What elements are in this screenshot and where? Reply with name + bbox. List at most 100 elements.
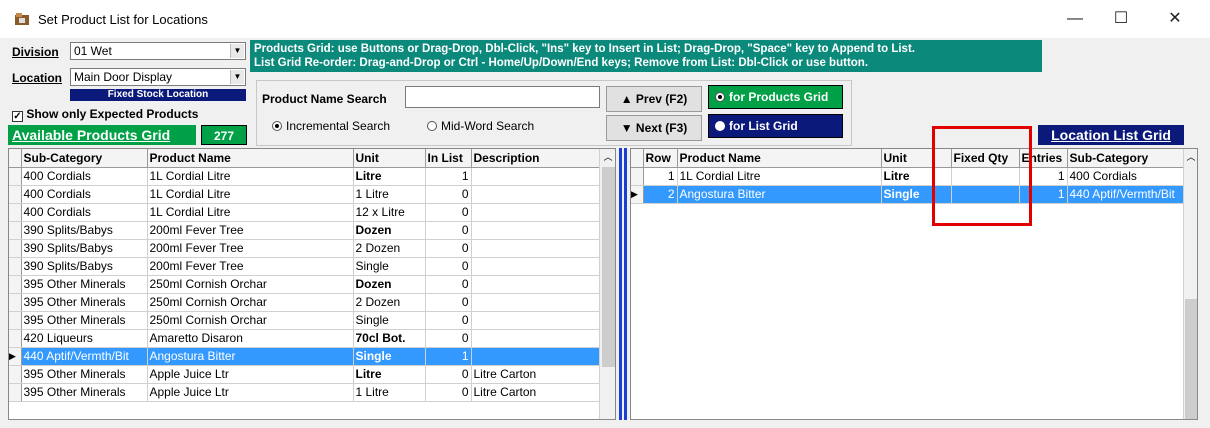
cell-sub-category[interactable]: 440 Aptif/Vermth/Bit xyxy=(1067,185,1184,204)
table-row[interactable]: ▶ 440 Aptif/Vermth/Bit Angostura Bitter Sin… xyxy=(9,347,600,366)
cell-unit[interactable]: 1 Litre xyxy=(353,383,426,402)
grid-splitter[interactable] xyxy=(619,148,622,420)
maximize-button[interactable]: ☐ xyxy=(1098,4,1144,34)
table-row[interactable]: 395 Other Minerals Apple Juice Ltr Litre 0 L… xyxy=(9,365,600,384)
cell-sub-category[interactable]: 400 Cordials xyxy=(21,167,148,186)
cell-product-name[interactable]: 1L Cordial Litre xyxy=(677,167,882,186)
table-row[interactable]: 400 Cordials 1L Cordial Litre 12 x Litre 0 xyxy=(9,203,600,222)
cell-description[interactable] xyxy=(471,311,600,330)
row-indicator[interactable] xyxy=(9,275,22,294)
cell-description[interactable]: Litre Carton xyxy=(471,365,600,384)
col-sub-category[interactable]: Sub-Category xyxy=(21,149,148,168)
cell-in-list[interactable]: 0 xyxy=(425,239,472,258)
col-in-list[interactable]: In List xyxy=(425,149,472,168)
cell-sub-category[interactable]: 400 Cordials xyxy=(21,185,148,204)
cell-description[interactable] xyxy=(471,347,600,366)
cell-in-list[interactable]: 0 xyxy=(425,329,472,348)
cell-product-name[interactable]: 1L Cordial Litre xyxy=(147,167,354,186)
cell-product-name[interactable]: 250ml Cornish Orchar xyxy=(147,311,354,330)
cell-description[interactable] xyxy=(471,293,600,312)
cell-product-name[interactable]: 200ml Fever Tree xyxy=(147,221,354,240)
cell-in-list[interactable]: 0 xyxy=(425,365,472,384)
cell-in-list[interactable]: 1 xyxy=(425,167,472,186)
cell-description[interactable] xyxy=(471,185,600,204)
row-indicator[interactable] xyxy=(9,257,22,276)
cell-unit[interactable]: Single xyxy=(353,257,426,276)
cell-sub-category[interactable]: 390 Splits/Babys xyxy=(21,239,148,258)
row-indicator[interactable] xyxy=(631,167,644,186)
cell-sub-category[interactable]: 395 Other Minerals xyxy=(21,311,148,330)
cell-row[interactable]: 1 xyxy=(643,167,678,186)
cell-description[interactable] xyxy=(471,203,600,222)
cell-description[interactable] xyxy=(471,275,600,294)
col-product-name[interactable]: Product Name xyxy=(147,149,354,168)
cell-product-name[interactable]: 1L Cordial Litre xyxy=(147,185,354,204)
cell-unit[interactable]: 1 Litre xyxy=(353,185,426,204)
products-grid[interactable]: Sub-Category Product Name Unit In List D… xyxy=(8,148,616,420)
cell-sub-category[interactable]: 390 Splits/Babys xyxy=(21,257,148,276)
cell-in-list[interactable]: 0 xyxy=(425,383,472,402)
cell-sub-category[interactable]: 390 Splits/Babys xyxy=(21,221,148,240)
cell-sub-category[interactable]: 395 Other Minerals xyxy=(21,383,148,402)
cell-product-name[interactable]: 250ml Cornish Orchar xyxy=(147,293,354,312)
table-row[interactable]: 395 Other Minerals Apple Juice Ltr 1 Litre… xyxy=(9,383,600,402)
row-indicator[interactable] xyxy=(9,293,22,312)
row-indicator[interactable] xyxy=(9,311,22,330)
location-combo[interactable]: Main Door Display ▼ xyxy=(70,68,246,86)
for-list-grid-option[interactable]: for List Grid xyxy=(708,114,843,138)
row-indicator[interactable] xyxy=(9,203,22,222)
cell-unit[interactable]: 70cl Bot. xyxy=(353,329,426,348)
cell-in-list[interactable]: 0 xyxy=(425,221,472,240)
cell-product-name[interactable]: 250ml Cornish Orchar xyxy=(147,275,354,294)
cell-in-list[interactable]: 0 xyxy=(425,293,472,312)
cell-product-name[interactable]: 200ml Fever Tree xyxy=(147,239,354,258)
scrollbar-thumb[interactable] xyxy=(602,167,615,367)
table-row[interactable]: 395 Other Minerals 250ml Cornish Orchar 2 … xyxy=(9,293,600,312)
scrollbar-thumb[interactable] xyxy=(1185,299,1197,419)
col-unit[interactable]: Unit xyxy=(353,149,426,168)
radio-unselected-icon[interactable] xyxy=(715,121,725,131)
cell-description[interactable] xyxy=(471,329,600,348)
cell-product-name[interactable]: 200ml Fever Tree xyxy=(147,257,354,276)
cell-unit[interactable]: 2 Dozen xyxy=(353,239,426,258)
chevron-down-icon[interactable]: ▼ xyxy=(230,44,244,58)
cell-sub-category[interactable]: 395 Other Minerals xyxy=(21,275,148,294)
checkbox-checked-icon[interactable]: ✓ xyxy=(12,111,23,122)
cell-description[interactable] xyxy=(471,257,600,276)
cell-sub-category[interactable]: 420 Liqueurs xyxy=(21,329,148,348)
for-products-grid-option[interactable]: for Products Grid xyxy=(708,85,843,109)
table-row[interactable]: 395 Other Minerals 250ml Cornish Orchar Si… xyxy=(9,311,600,330)
row-indicator[interactable] xyxy=(9,365,22,384)
chevron-down-icon[interactable]: ▼ xyxy=(230,70,244,84)
chevron-up-icon[interactable]: ︿ xyxy=(1184,149,1197,165)
col-row[interactable]: Row xyxy=(643,149,678,168)
products-scrollbar[interactable]: ︿ xyxy=(599,149,615,419)
list-grid[interactable]: Row Product Name Unit Fixed Qty Entries … xyxy=(630,148,1198,420)
cell-unit[interactable]: Dozen xyxy=(353,275,426,294)
radio-selected-icon[interactable] xyxy=(715,92,725,102)
row-indicator[interactable] xyxy=(9,221,22,240)
cell-sub-category[interactable]: 400 Cordials xyxy=(21,203,148,222)
current-row-pointer-icon[interactable]: ▶ xyxy=(631,185,644,204)
cell-unit[interactable]: Single xyxy=(353,347,426,366)
cell-in-list[interactable]: 0 xyxy=(425,275,472,294)
table-row[interactable]: 390 Splits/Babys 200ml Fever Tree Dozen 0 xyxy=(9,221,600,240)
cell-in-list[interactable]: 0 xyxy=(425,311,472,330)
cell-in-list[interactable]: 0 xyxy=(425,257,472,276)
cell-product-name[interactable]: Amaretto Disaron xyxy=(147,329,354,348)
cell-in-list[interactable]: 0 xyxy=(425,185,472,204)
col-product-name[interactable]: Product Name xyxy=(677,149,882,168)
close-button[interactable]: ✕ xyxy=(1152,4,1198,34)
cell-unit[interactable]: Litre xyxy=(353,365,426,384)
cell-unit[interactable]: Dozen xyxy=(353,221,426,240)
cell-description[interactable]: Litre Carton xyxy=(471,383,600,402)
cell-sub-category[interactable]: 400 Cordials xyxy=(1067,167,1184,186)
col-description[interactable]: Description xyxy=(471,149,600,168)
row-indicator[interactable] xyxy=(9,239,22,258)
row-indicator[interactable] xyxy=(9,329,22,348)
cell-sub-category[interactable]: 440 Aptif/Vermth/Bit xyxy=(21,347,148,366)
cell-row[interactable]: 2 xyxy=(643,185,678,204)
radio-unselected-icon[interactable] xyxy=(427,121,437,131)
cell-product-name[interactable]: Angostura Bitter xyxy=(677,185,882,204)
product-search-input[interactable] xyxy=(405,86,600,108)
